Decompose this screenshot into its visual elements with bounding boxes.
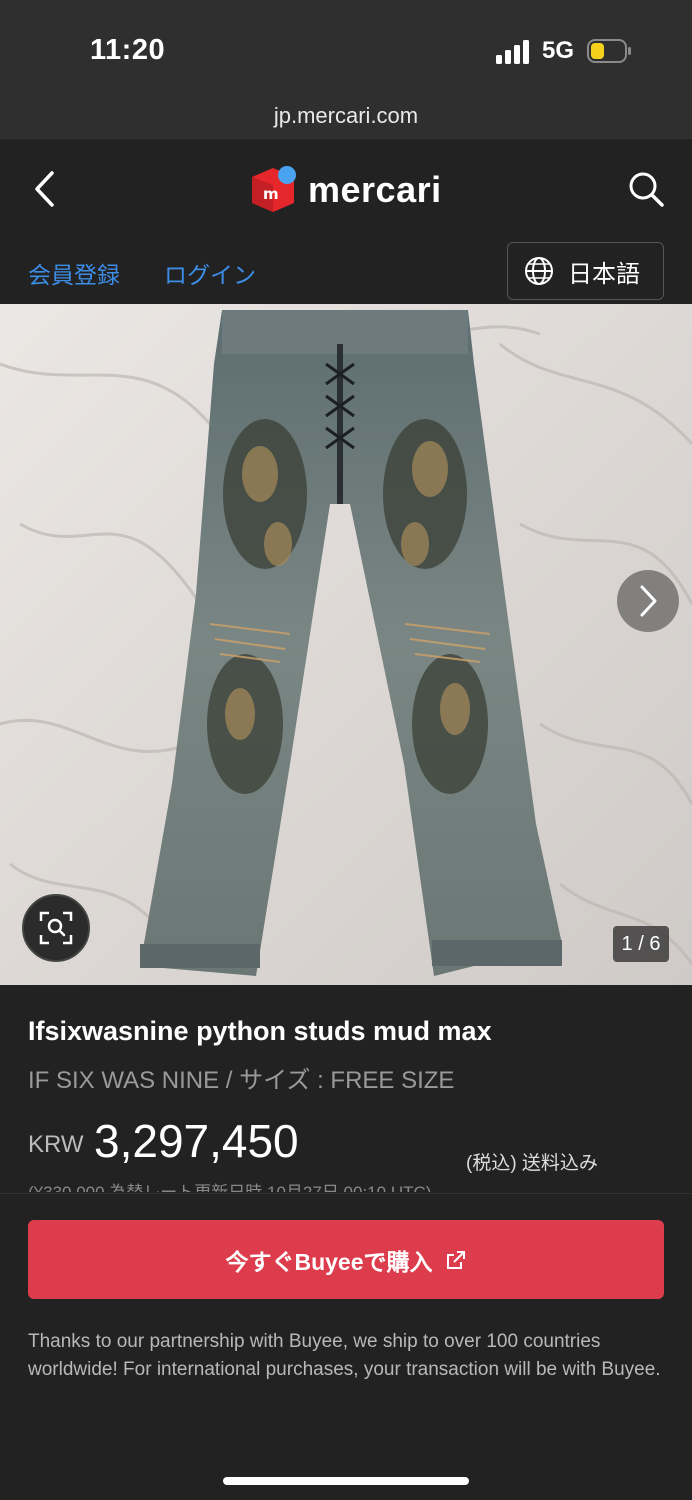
mercari-logo[interactable]: m mercari	[248, 164, 442, 216]
status-time: 11:20	[90, 34, 166, 66]
exchange-rate-note: (¥330,000 為替レート更新日時 10月27日 00:10 UTC)	[28, 1178, 431, 1192]
home-indicator[interactable]	[223, 1477, 469, 1485]
price-value: 3,297,450	[94, 1115, 299, 1167]
back-icon[interactable]	[28, 167, 64, 211]
brand-size-line[interactable]: IF SIX WAS NINE / サイズ : FREE SIZE	[28, 1060, 454, 1095]
language-label: 日本語	[568, 260, 640, 288]
tax-shipping-note: (税込) 送料込み	[466, 1153, 598, 1174]
site-header: m mercari 会員登録 ログイン 日本語	[0, 138, 692, 304]
buy-with-buyee-button[interactable]: 今すぐBuyeeで購入	[28, 1220, 664, 1299]
status-bar: 11:20 5G	[0, 0, 692, 100]
mercari-logo-icon: m	[252, 166, 296, 212]
scan-search-icon	[39, 911, 73, 945]
address-bar[interactable]: jp.mercari.com	[0, 100, 692, 138]
next-image-button[interactable]	[617, 570, 679, 632]
svg-text:m: m	[263, 185, 279, 203]
signal-icon	[496, 40, 529, 64]
buyee-partnership-note: Thanks to our partnership with Buyee, we…	[28, 1331, 661, 1380]
search-icon[interactable]	[626, 169, 666, 209]
signup-link[interactable]: 会員登録	[28, 256, 120, 290]
account-links: 会員登録 ログイン	[28, 256, 256, 290]
globe-icon	[525, 257, 553, 285]
network-type: 5G	[542, 37, 575, 64]
price-currency: KRW	[28, 1131, 84, 1158]
product-photo[interactable]	[0, 304, 692, 985]
language-selector[interactable]: 日本語	[507, 242, 664, 300]
url-text: jp.mercari.com	[273, 103, 419, 128]
logo-wordmark: mercari	[308, 169, 442, 210]
image-counter: 1 / 6	[613, 926, 669, 962]
login-link[interactable]: ログイン	[164, 256, 256, 290]
external-link-icon	[446, 1250, 465, 1269]
buy-button-label: 今すぐBuyeeで購入	[225, 1248, 433, 1275]
chevron-right-icon	[640, 585, 657, 617]
product-title: Ifsixwasnine python studs mud max	[28, 1016, 492, 1046]
battery-icon	[587, 39, 631, 63]
image-search-button[interactable]	[22, 894, 90, 962]
